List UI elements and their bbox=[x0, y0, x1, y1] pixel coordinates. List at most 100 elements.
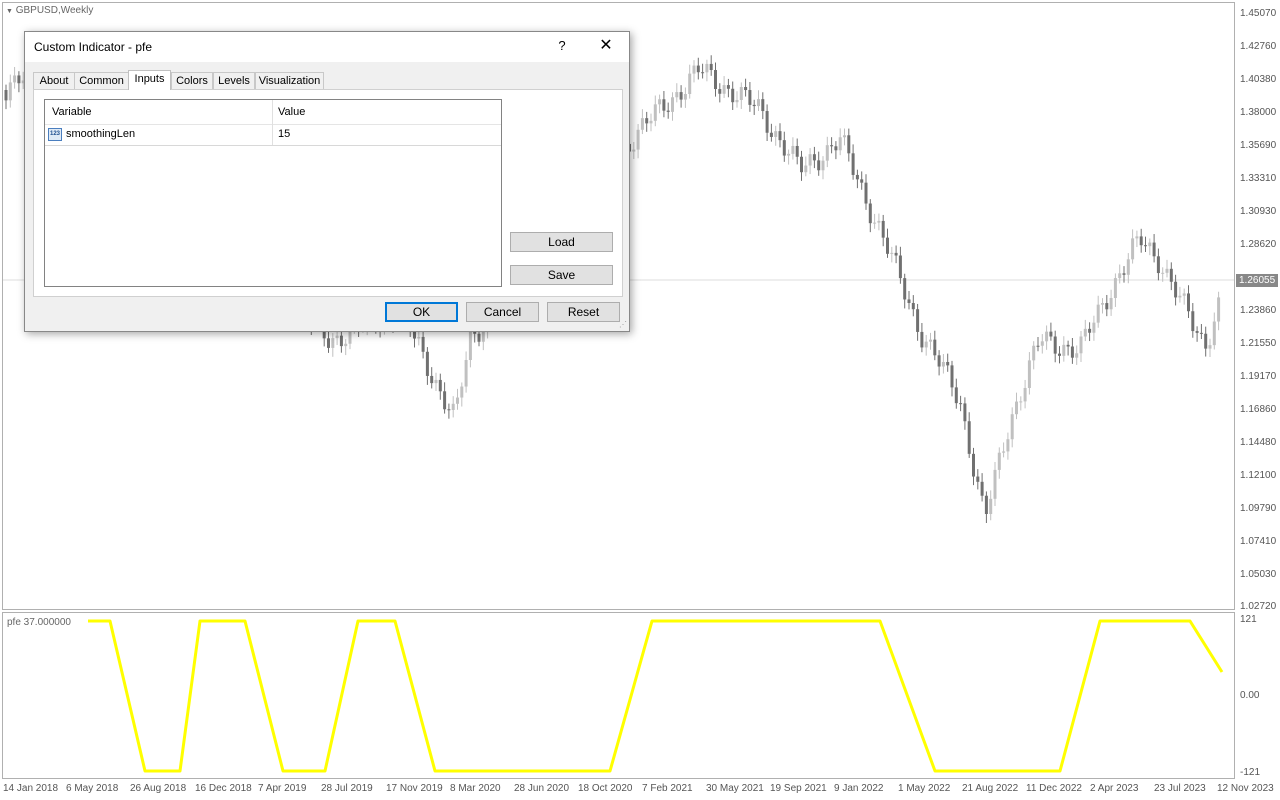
date-tick: 11 Dec 2022 bbox=[1026, 783, 1082, 794]
price-tick: 1.35690 bbox=[1240, 140, 1277, 151]
candle-body bbox=[959, 403, 963, 405]
candle-body bbox=[1165, 268, 1169, 273]
candle-body bbox=[1006, 439, 1010, 452]
candle-body bbox=[817, 160, 821, 171]
indicator-tick: 0.00 bbox=[1240, 690, 1260, 701]
candle-body bbox=[1105, 303, 1109, 310]
candle-body bbox=[1075, 353, 1079, 358]
column-header-variable[interactable]: Variable bbox=[52, 106, 92, 118]
candle-body bbox=[843, 135, 846, 138]
candle-body bbox=[468, 330, 472, 361]
price-tick: 1.05030 bbox=[1240, 569, 1277, 580]
date-tick: 2 Apr 2023 bbox=[1090, 783, 1139, 794]
candle-body bbox=[1045, 331, 1049, 342]
ok-button[interactable]: OK bbox=[385, 302, 458, 322]
candle-body bbox=[714, 70, 717, 90]
candle-body bbox=[933, 339, 937, 356]
candle-body bbox=[339, 335, 343, 347]
inputs-grid[interactable]: Variable Value 123 smoothingLen 15 bbox=[44, 99, 502, 287]
date-tick: 18 Oct 2020 bbox=[578, 783, 633, 794]
indicator-tick: -121 bbox=[1240, 767, 1261, 778]
candle-body bbox=[739, 87, 743, 101]
candle-body bbox=[881, 220, 885, 238]
column-header-value[interactable]: Value bbox=[278, 106, 305, 118]
inputs-panel: Variable Value 123 smoothingLen 15 Load … bbox=[33, 89, 623, 297]
candle-body bbox=[1109, 297, 1113, 310]
tab-about[interactable]: About bbox=[33, 72, 75, 89]
candle-body bbox=[825, 145, 829, 161]
candle-body bbox=[1212, 321, 1216, 346]
date-tick: 28 Jun 2020 bbox=[514, 783, 570, 794]
price-tick: 1.33310 bbox=[1240, 173, 1277, 184]
price-tick: 1.16860 bbox=[1240, 404, 1277, 415]
candle-body bbox=[1191, 311, 1195, 332]
date-tick: 19 Sep 2021 bbox=[770, 783, 827, 794]
candle-body bbox=[800, 156, 803, 173]
candle-body bbox=[344, 343, 348, 347]
table-row[interactable]: 123 smoothingLen 15 bbox=[45, 124, 501, 146]
candle-body bbox=[640, 118, 644, 130]
candle-body bbox=[1208, 345, 1212, 349]
dialog-titlebar[interactable]: Custom Indicator - pfe ? ✕ bbox=[25, 32, 629, 62]
candle-body bbox=[989, 498, 993, 515]
candle-body bbox=[1195, 331, 1199, 333]
candle-body bbox=[1027, 360, 1031, 388]
help-button[interactable]: ? bbox=[552, 36, 572, 56]
symbol-label: ▼ GBPUSD,Weekly bbox=[6, 5, 94, 16]
date-tick: 6 May 2018 bbox=[66, 783, 119, 794]
candle-body bbox=[1036, 345, 1040, 347]
candle-body bbox=[765, 111, 769, 133]
candle-body bbox=[8, 82, 12, 101]
tab-common[interactable]: Common bbox=[74, 72, 129, 89]
candle-body bbox=[1182, 293, 1186, 296]
candle-body bbox=[937, 355, 941, 367]
candle-body bbox=[675, 92, 679, 98]
value-cell[interactable]: 15 bbox=[278, 128, 290, 140]
date-tick: 1 May 2022 bbox=[898, 783, 951, 794]
load-button[interactable]: Load bbox=[510, 232, 613, 252]
candle-body bbox=[1070, 346, 1074, 358]
candle-body bbox=[1131, 238, 1135, 260]
date-tick: 14 Jan 2018 bbox=[3, 783, 59, 794]
candle-body bbox=[984, 495, 988, 515]
candle-body bbox=[327, 338, 330, 348]
candle-body bbox=[688, 73, 692, 95]
candle-body bbox=[791, 145, 795, 154]
save-button[interactable]: Save bbox=[510, 265, 613, 285]
close-icon[interactable]: ✕ bbox=[595, 36, 617, 56]
candle-body bbox=[769, 132, 773, 137]
candle-body bbox=[1113, 278, 1117, 298]
candle-body bbox=[434, 379, 438, 384]
tab-inputs[interactable]: Inputs bbox=[128, 70, 171, 90]
candle-body bbox=[963, 403, 967, 422]
candle-body bbox=[761, 99, 765, 112]
cancel-button[interactable]: Cancel bbox=[466, 302, 539, 322]
integer-type-icon: 123 bbox=[48, 128, 62, 141]
candle-body bbox=[834, 146, 838, 151]
candle-body bbox=[731, 88, 735, 103]
candle-body bbox=[1152, 242, 1156, 257]
candle-body bbox=[636, 129, 640, 150]
candle-body bbox=[972, 453, 975, 477]
candle-body bbox=[748, 90, 752, 105]
candle-body bbox=[877, 220, 881, 223]
price-tick: 1.42760 bbox=[1240, 41, 1277, 52]
tab-levels[interactable]: Levels bbox=[213, 72, 255, 89]
candle-body bbox=[447, 409, 451, 411]
candle-body bbox=[460, 386, 464, 398]
candle-body bbox=[709, 63, 713, 71]
candle-body bbox=[774, 131, 778, 137]
candle-body bbox=[941, 361, 945, 367]
price-tick: 1.09790 bbox=[1240, 503, 1277, 514]
tab-colors[interactable]: Colors bbox=[171, 72, 213, 89]
candle-body bbox=[705, 63, 709, 73]
candle-body bbox=[993, 469, 997, 499]
candle-body bbox=[481, 330, 485, 342]
reset-button[interactable]: Reset bbox=[547, 302, 620, 322]
date-tick: 21 Aug 2022 bbox=[962, 783, 1019, 794]
price-tick: 1.23860 bbox=[1240, 305, 1277, 316]
resize-grip-icon[interactable]: ⋰ bbox=[619, 320, 628, 329]
candle-body bbox=[890, 252, 894, 254]
tab-visualization[interactable]: Visualization bbox=[255, 72, 324, 89]
candle-body bbox=[812, 154, 816, 161]
